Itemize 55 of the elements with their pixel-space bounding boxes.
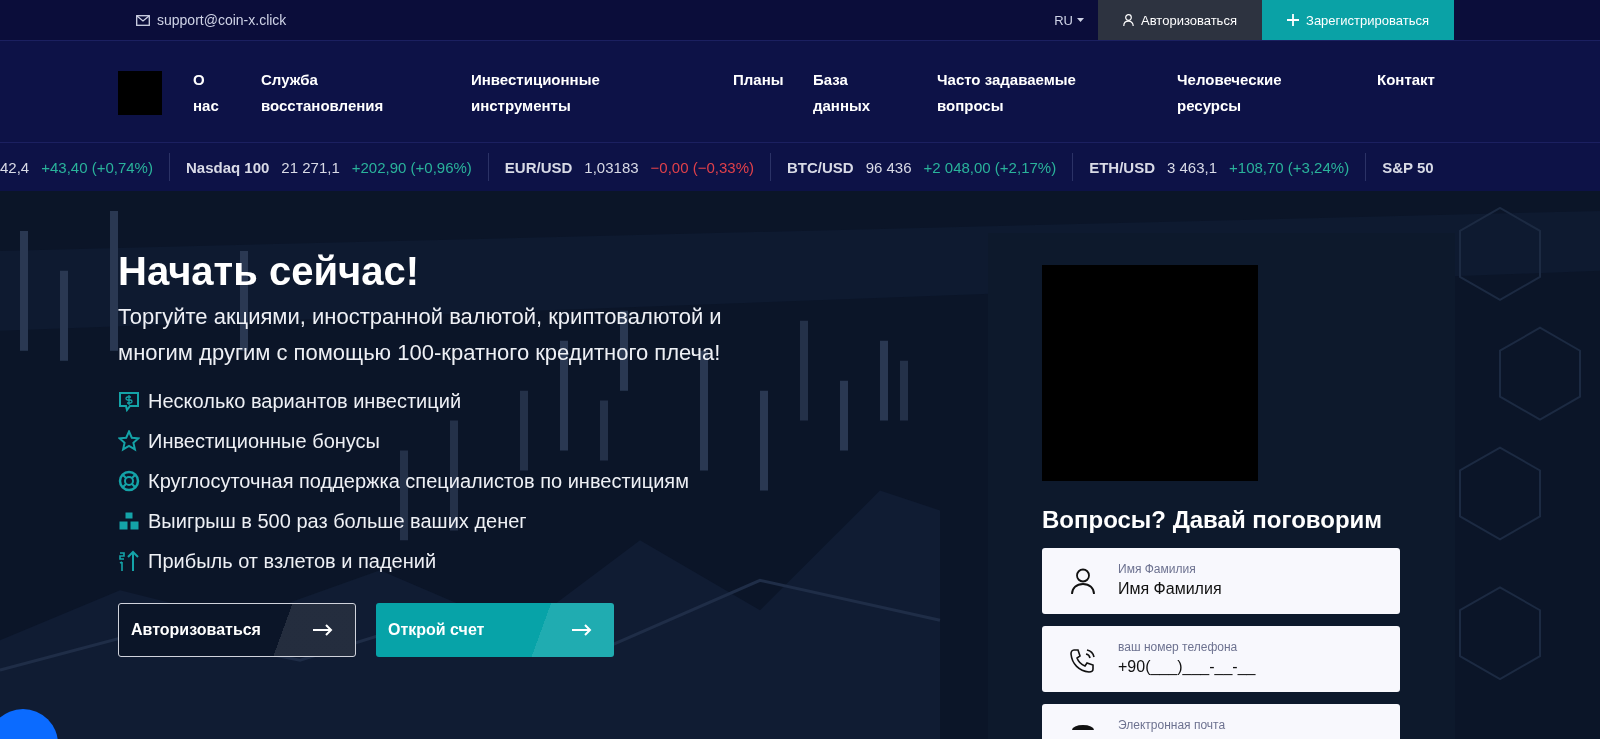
field-value: +90(___)___-__-__ [1118, 657, 1256, 677]
ticker-symbol: S&P 50 [1382, 158, 1434, 176]
user-icon [1068, 568, 1098, 594]
ticker-change: +108,70 (+3,24%) [1229, 158, 1350, 176]
field-label: Электронная почта [1118, 718, 1226, 732]
ticker-symbol: Nasdaq 100 [185, 158, 270, 176]
ticker-change: +2 048,00 (+2,17%) [923, 158, 1057, 176]
login-button[interactable]: Авторизоваться [1098, 0, 1262, 40]
cubes-icon [118, 510, 140, 532]
nav-link[interactable]: Инвестиционные инструменты [471, 67, 705, 119]
feature-text: Круглосуточная поддержка специалистов по инвестициям [148, 469, 689, 493]
nav-link[interactable]: Служба восстановления [261, 67, 443, 119]
plus-icon [1287, 14, 1300, 26]
ticker-price: 1,03183 [584, 158, 639, 176]
ticker-price: 96 436 [865, 158, 912, 176]
ticker-symbol: BTC/USD [787, 158, 854, 176]
ticker-change: +43,40 (+0,74%) [41, 158, 153, 176]
feature-text: Несколько вариантов инвестиций [148, 389, 462, 413]
arrow-right-icon [313, 624, 333, 636]
field-label: ваш номер телефона [1118, 640, 1239, 654]
input-field[interactable]: Имя Фамилия Имя Фамилия [1042, 548, 1400, 614]
field-label: Имя Фамилия [1118, 562, 1197, 576]
lifebuoy-icon [118, 470, 140, 492]
nav-link[interactable]: Человеческие ресурсы [1177, 67, 1349, 119]
feature-text: Выигрыш в 500 раз больше ваших денег [148, 509, 527, 533]
hero-title: Начать сейчас! [118, 248, 420, 295]
nav-link[interactable]: Часто задаваемые вопросы [937, 67, 1149, 119]
nav-link[interactable]: Контакт [1377, 67, 1457, 93]
cta-button[interactable]: Авторизоваться [118, 603, 356, 657]
contact-title: Вопросы? Давай поговорим [1042, 505, 1384, 535]
ticker-price: 3 463,1 [1167, 158, 1218, 176]
language-dropdown[interactable]: RU [1054, 12, 1084, 28]
feature-text: Инвестиционные бонусы [148, 429, 380, 453]
ticker-symbol: EUR/USD [504, 158, 573, 176]
caret-icon [1077, 18, 1084, 22]
sort-arrows-icon [118, 550, 140, 572]
ticker-price: 21 271,1 [281, 158, 340, 176]
feature-text: Прибыль от взлетов и падений [148, 549, 437, 573]
ticker-price: 42,4 [0, 158, 30, 176]
user-icon [1123, 14, 1135, 26]
nav-link[interactable]: База данных [813, 67, 909, 119]
phone-icon [1068, 646, 1098, 676]
nav-link[interactable]: Планы [733, 67, 785, 93]
input-field[interactable]: ваш номер телефона +90(___)___-__-__ [1042, 626, 1400, 692]
support-email[interactable]: support@coin-x.click [136, 12, 287, 28]
money-message-icon [118, 390, 140, 412]
star-icon [118, 430, 140, 452]
hero-subtitle: Торгуйте акциями, иностранной валютой, криптовалютой и многим другим с помощью 100-кратного кредитного плеча! [118, 303, 723, 367]
ticker-symbol: ETH/USD [1089, 158, 1155, 176]
ticker-change: −0,00 (−0,33%) [650, 158, 754, 176]
input-field[interactable]: Электронная почта [1042, 704, 1400, 739]
ticker-change: +202,90 (+0,96%) [351, 158, 472, 176]
field-value: Имя Фамилия [1118, 579, 1222, 599]
arrow-right-icon [572, 624, 592, 636]
nav-link[interactable]: О нас [193, 67, 233, 119]
